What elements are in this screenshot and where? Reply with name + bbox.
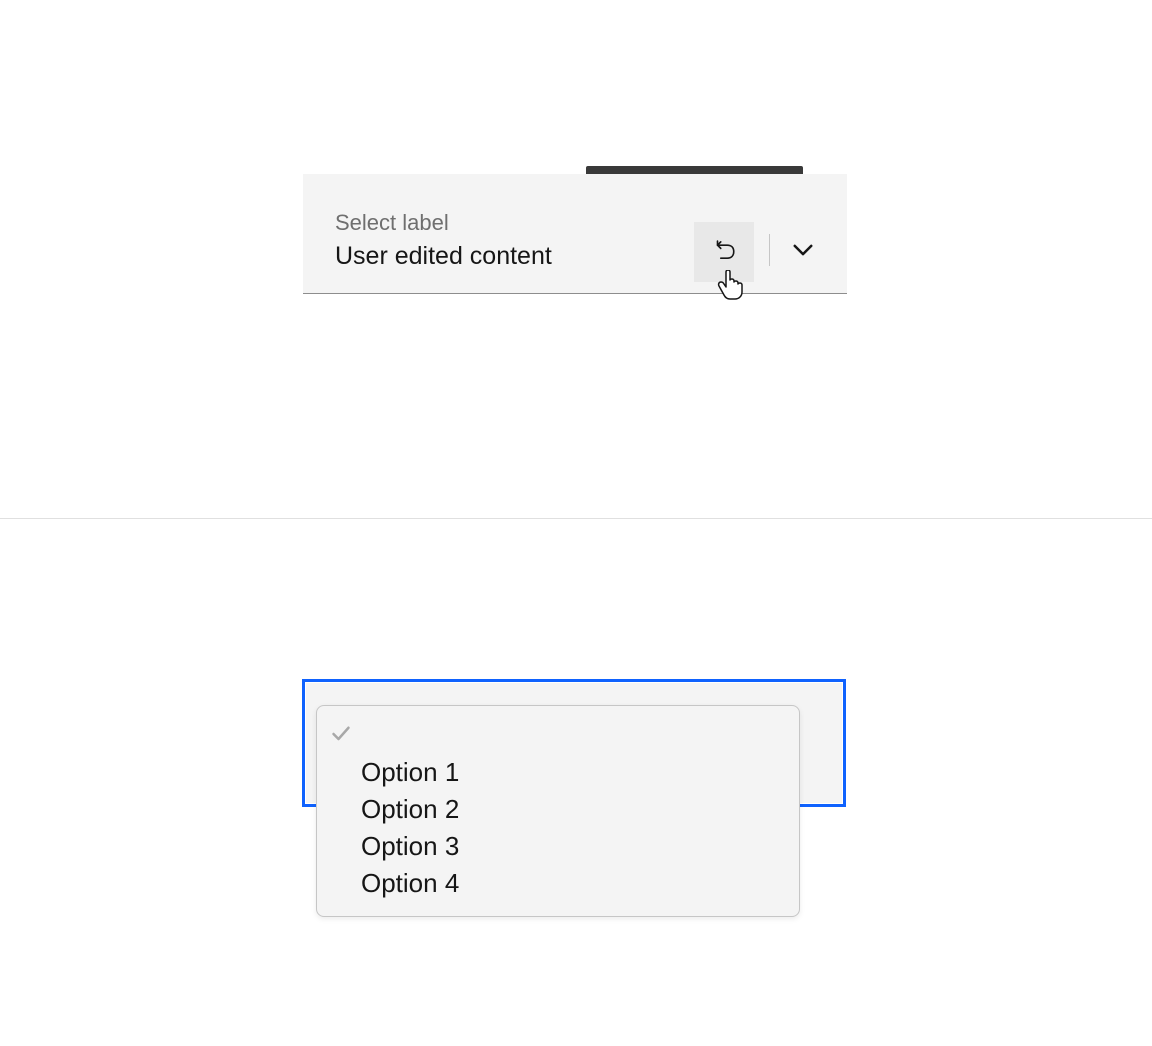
checkmark-icon <box>331 724 351 749</box>
undo-icon <box>711 237 737 268</box>
top-example-section: Revert to AI input Select label User edi… <box>0 0 1152 518</box>
bottom-example-section: Option 1 Option 2 Option 3 Option 4 <box>0 519 1152 1046</box>
dropdown-option[interactable]: Option 1 <box>317 754 799 791</box>
chevron-down-icon <box>792 239 814 266</box>
dropdown-menu: Option 1 Option 2 Option 3 Option 4 <box>316 705 800 917</box>
select-field[interactable]: Select label User edited content <box>303 174 847 294</box>
select-value: User edited content <box>335 242 552 271</box>
revert-button[interactable] <box>694 222 754 282</box>
select-label: Select label <box>335 210 449 236</box>
dropdown-option[interactable]: Option 4 <box>317 865 799 902</box>
dropdown-option[interactable]: Option 3 <box>317 828 799 865</box>
dropdown-option[interactable]: Option 2 <box>317 791 799 828</box>
button-divider <box>769 234 770 266</box>
dropdown-toggle-button[interactable] <box>779 222 827 282</box>
